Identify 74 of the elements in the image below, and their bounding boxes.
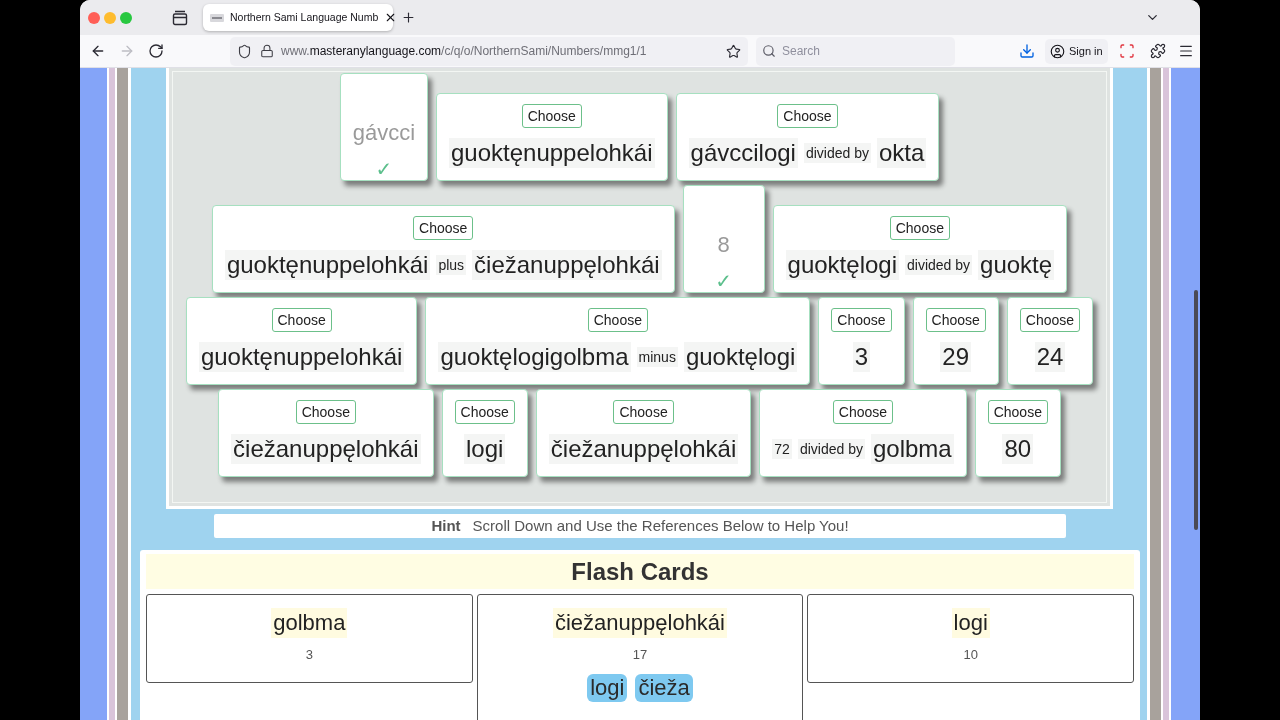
card-word: golbma bbox=[870, 434, 954, 464]
reload-icon[interactable] bbox=[148, 43, 164, 59]
address-bar[interactable]: www.masteranylanguage.com/c/q/o/NorthernSami/Numbers/mmg1/1 bbox=[230, 36, 748, 66]
star-icon[interactable] bbox=[726, 43, 741, 59]
menu-icon[interactable] bbox=[1177, 43, 1194, 59]
card-word: okta bbox=[876, 138, 927, 168]
close-window-icon[interactable] bbox=[88, 11, 100, 24]
card-word: gávccilogi bbox=[688, 138, 798, 168]
flash-card-number: 17 bbox=[632, 647, 648, 663]
card-word: guoktęnuppelohkái bbox=[449, 138, 655, 168]
shield-icon[interactable] bbox=[237, 43, 252, 59]
card-word: 24 bbox=[1034, 342, 1066, 372]
card-word: divided by bbox=[803, 143, 871, 163]
card-word: 72 bbox=[772, 439, 792, 459]
choose-button[interactable]: Choose bbox=[521, 104, 582, 128]
flash-card-word: čiežanuppęlohkái bbox=[552, 608, 727, 638]
choose-button[interactable]: Choose bbox=[777, 104, 838, 128]
choose-button[interactable]: Choose bbox=[587, 308, 648, 332]
choose-button[interactable]: Choose bbox=[413, 216, 474, 240]
word-tag: logi bbox=[587, 674, 628, 702]
search-icon bbox=[762, 44, 776, 58]
checkmark: ✓ bbox=[375, 158, 393, 180]
download-icon[interactable] bbox=[1019, 43, 1035, 59]
card-word: guoktęlogigolbma bbox=[438, 342, 631, 372]
card-word: guoktęlogi bbox=[785, 250, 899, 280]
browser-tab[interactable]: Northern Sami Language Numb bbox=[203, 4, 393, 31]
choose-button[interactable]: Choose bbox=[831, 308, 892, 332]
lock-icon[interactable] bbox=[260, 44, 274, 58]
choose-button[interactable]: Choose bbox=[987, 400, 1048, 424]
flash-cards-title: Flash Cards bbox=[571, 556, 709, 587]
hint-text: Scroll Down and Use the References Below to Help You! bbox=[472, 515, 849, 536]
choose-button[interactable]: Choose bbox=[295, 400, 356, 424]
puzzle-icon[interactable] bbox=[1149, 43, 1166, 59]
checkmark: ✓ bbox=[715, 270, 732, 292]
choose-button[interactable]: Choose bbox=[889, 216, 950, 240]
card-word: čiežanuppęlohkái bbox=[472, 250, 662, 280]
choose-button[interactable]: Choose bbox=[271, 308, 332, 332]
card-word: 80 bbox=[1002, 434, 1034, 464]
card-word: divided by bbox=[797, 439, 865, 459]
scrollbar-thumb[interactable] bbox=[1194, 290, 1198, 530]
card-word: guoktęnuppelohkái bbox=[224, 250, 431, 280]
card-word: divided by bbox=[905, 255, 973, 275]
user-icon bbox=[1050, 43, 1065, 59]
card-word: 29 bbox=[940, 342, 972, 372]
card-word: plus bbox=[436, 255, 467, 275]
card-word: guoktęlogi bbox=[683, 342, 798, 372]
card-word: čiežanuppęlohkái bbox=[548, 434, 739, 464]
card-word: guoktęnuppelohkái bbox=[198, 342, 405, 372]
card-word: minus bbox=[636, 347, 678, 367]
choose-button[interactable]: Choose bbox=[613, 400, 674, 424]
answered-word: 8 bbox=[717, 231, 730, 259]
choose-button[interactable]: Choose bbox=[832, 400, 894, 424]
tab-overview-icon[interactable] bbox=[172, 9, 188, 26]
search-placeholder: Search bbox=[782, 43, 821, 60]
card-word: guoktę bbox=[978, 250, 1055, 280]
card-word: 3 bbox=[852, 342, 871, 372]
card-word: čiežanuppęlohkái bbox=[231, 434, 421, 464]
card-word: logi bbox=[464, 434, 506, 464]
answered-word: gávcci bbox=[352, 119, 415, 147]
flash-card-word: logi bbox=[951, 608, 990, 638]
flash-card-word: golbma bbox=[271, 608, 348, 638]
favicon-icon bbox=[210, 13, 224, 22]
choose-button[interactable]: Choose bbox=[1019, 308, 1081, 332]
word-tag: čieža bbox=[635, 674, 693, 702]
new-tab-icon[interactable] bbox=[401, 10, 416, 25]
screenshot-corners-icon[interactable] bbox=[1118, 43, 1135, 59]
choose-button[interactable]: Choose bbox=[925, 308, 986, 332]
flash-card-number: 3 bbox=[305, 647, 313, 663]
flash-card-number: 10 bbox=[963, 647, 978, 663]
tab-title: Northern Sami Language Numb bbox=[230, 9, 379, 25]
url-text: www.masteranylanguage.com/c/q/o/NorthernSami/Numbers/mmg1/1 bbox=[281, 43, 647, 60]
hint-label: Hint bbox=[431, 515, 461, 536]
sign-in-button[interactable]: Sign in bbox=[1045, 38, 1108, 64]
choose-button[interactable]: Choose bbox=[454, 400, 515, 424]
